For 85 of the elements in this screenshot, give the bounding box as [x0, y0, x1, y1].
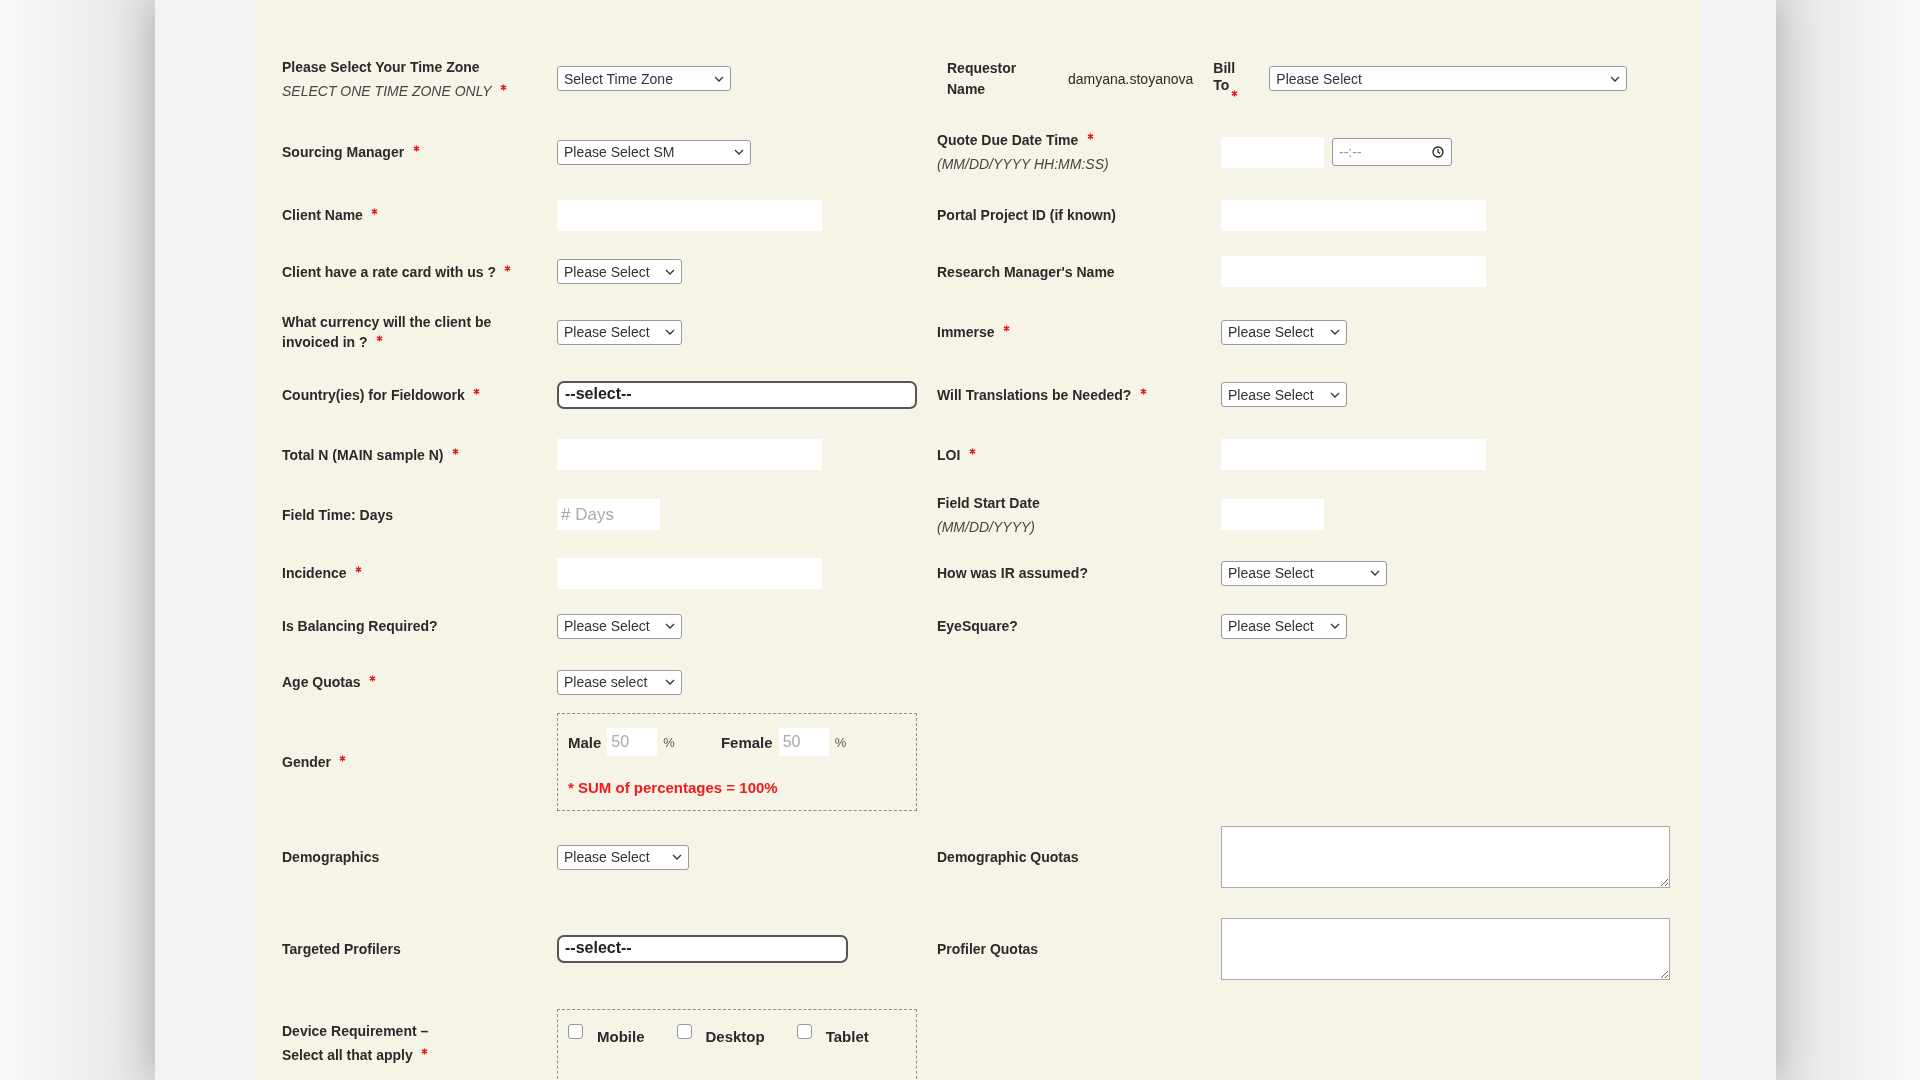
chevron-down-icon — [1330, 391, 1340, 398]
chevron-down-icon — [1370, 570, 1380, 576]
field-label: Please Select Your Time Zone — [282, 58, 480, 75]
requestor-name: damyana.stoyanova — [1068, 70, 1194, 87]
chevron-down-icon — [665, 268, 675, 275]
dropdown[interactable]: Please Select — [1269, 66, 1628, 91]
field-label: Is Balancing Required? — [282, 618, 438, 634]
text-field[interactable] — [557, 557, 822, 589]
chevron-down-icon — [665, 329, 675, 335]
field-label: Immerse — [937, 324, 995, 340]
text-field[interactable] — [1221, 199, 1486, 231]
checkbox[interactable] — [568, 1023, 583, 1039]
text-field[interactable] — [1221, 499, 1324, 530]
dropdown[interactable]: Please Select — [1221, 319, 1347, 345]
dropdown[interactable]: Please Select — [1221, 560, 1387, 586]
field-label: Profiler Quotas — [937, 941, 1039, 957]
field-label: LOI — [937, 446, 961, 463]
percent-sign: % — [663, 734, 675, 750]
field-label: What currency will the client be invoiced in ? — [282, 314, 492, 350]
dropdown[interactable]: Please Select — [557, 319, 682, 345]
percent-field[interactable]: 50 — [778, 728, 829, 756]
dropdown[interactable]: Please select — [557, 669, 682, 695]
multi-select-field[interactable]: --select-- — [557, 935, 848, 963]
field-label: Bill To — [1213, 59, 1236, 95]
field-label: Select all that apply — [282, 1047, 413, 1063]
gender-label: Male — [568, 733, 602, 751]
text-field[interactable]: # Days — [557, 499, 660, 530]
checkbox[interactable] — [676, 1023, 692, 1039]
text-field[interactable] — [557, 199, 822, 231]
chevron-down-icon — [734, 149, 744, 155]
chevron-down-icon — [665, 679, 675, 685]
chevron-down-icon — [1610, 75, 1621, 82]
field-label: Field Time: Days — [282, 506, 393, 523]
dropdown[interactable]: Select Time Zone — [557, 66, 731, 91]
checkbox[interactable] — [796, 1023, 812, 1039]
chevron-down-icon — [665, 623, 675, 629]
field-label: Requestor Name — [947, 58, 1018, 99]
chevron-down-icon — [714, 75, 724, 82]
checkbox-label: Tablet — [825, 1027, 869, 1045]
gender-label: Female — [720, 733, 773, 751]
time-field[interactable]: --:-- — [1332, 138, 1452, 166]
field-hint: (MM/DD/YYYY) — [937, 518, 1035, 535]
multi-select-field[interactable]: --select-- — [557, 380, 917, 409]
text-field[interactable] — [557, 439, 822, 470]
field-label: EyeSquare? — [937, 618, 1018, 634]
dropdown[interactable]: Please Select — [557, 259, 682, 284]
field-label: Device Requirement – — [282, 1023, 429, 1039]
field-label: Targeted Profilers — [282, 941, 401, 957]
field-label: Demographics — [282, 849, 380, 865]
text-field[interactable] — [1221, 439, 1486, 470]
text-area[interactable] — [1221, 918, 1670, 980]
checkbox-label: Mobile — [597, 1027, 645, 1045]
field-hint: SELECT ONE TIME ZONE ONLY — [282, 82, 492, 99]
text-area[interactable] — [1221, 826, 1670, 888]
field-label: Gender — [282, 754, 331, 770]
checkbox-label: Desktop — [705, 1027, 765, 1045]
field-label: Demographic Quotas — [937, 849, 1079, 865]
field-label: Client have a rate card with us ? — [282, 263, 496, 280]
chevron-down-icon — [1330, 623, 1340, 629]
field-label: Sourcing Manager — [282, 144, 405, 160]
dropdown[interactable]: Please Select — [1221, 382, 1347, 407]
dropdown[interactable]: Please Select — [557, 613, 682, 639]
field-label: Field Start Date — [937, 494, 1040, 511]
field-label: Will Translations be Needed? — [937, 386, 1132, 403]
field-label: How was IR assumed? — [937, 565, 1088, 581]
text-field[interactable] — [1221, 256, 1486, 287]
date-field[interactable] — [1221, 136, 1324, 168]
validation-note: * SUM of percentages = 100% — [568, 779, 779, 796]
dropdown[interactable]: Please Select SM — [557, 139, 751, 165]
field-label: Incidence — [282, 565, 347, 581]
field-label: Total N (MAIN sample N) — [282, 446, 444, 463]
field-label: Research Manager's Name — [937, 263, 1115, 280]
dropdown[interactable]: Please Select — [557, 844, 689, 870]
field-label: Client Name — [282, 207, 363, 223]
percent-field[interactable]: 50 — [607, 728, 658, 756]
field-label: Country(ies) for Fieldowork — [282, 386, 465, 403]
dropdown[interactable]: Please Select — [1221, 613, 1347, 639]
field-label: Portal Project ID (if known) — [937, 207, 1116, 223]
chevron-down-icon — [672, 854, 682, 860]
field-label: Age Quotas — [282, 674, 361, 690]
field-label: Quote Due Date Time — [937, 132, 1079, 148]
percent-sign: % — [834, 734, 847, 750]
clock-icon — [1432, 146, 1444, 158]
field-hint: (MM/DD/YYYY HH:MM:SS) — [937, 156, 1109, 172]
chevron-down-icon — [1330, 329, 1340, 335]
